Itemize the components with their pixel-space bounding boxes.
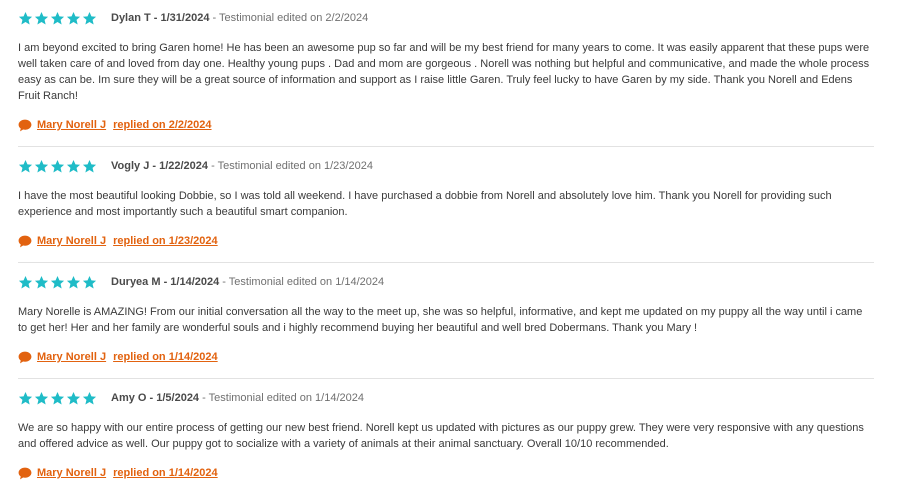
review-text: I am beyond excited to bring Garen home!…	[18, 42, 870, 102]
star-icon	[82, 11, 97, 25]
star-icon	[50, 11, 65, 25]
edited-note: - Testimonial edited on 1/23/2024	[208, 160, 373, 172]
star-rating	[18, 159, 97, 177]
review-card: Dylan T - 1/31/2024 - Testimonial edited…	[18, 11, 874, 131]
star-icon	[66, 275, 81, 289]
review-author: Vogly J - 1/22/2024 - Testimonial edited…	[111, 160, 373, 172]
edited-note: - Testimonial edited on 2/2/2024	[209, 12, 369, 24]
speech-bubble-icon	[18, 119, 32, 131]
edited-note: - Testimonial edited on 1/14/2024	[199, 392, 364, 404]
review-text: I have the most beautiful looking Dobbie…	[18, 190, 832, 218]
edited-note: - Testimonial edited on 1/14/2024	[219, 276, 385, 288]
author-date: Vogly J - 1/22/2024	[111, 160, 209, 172]
review-author: Dylan T - 1/31/2024 - Testimonial edited…	[111, 12, 368, 24]
star-icon	[82, 391, 97, 405]
author-date: Duryea M - 1/14/2024	[111, 276, 220, 288]
review-card: Amy O - 1/5/2024 - Testimonial edited on…	[18, 391, 874, 479]
reply-date-link[interactable]: replied on 1/14/2024	[113, 467, 218, 479]
review-author: Duryea M - 1/14/2024 - Testimonial edite…	[111, 276, 384, 288]
author-date: Amy O - 1/5/2024	[111, 392, 200, 404]
reply-line: Mary Norell J replied on 2/2/2024	[18, 117, 212, 133]
speech-bubble-icon	[18, 235, 32, 247]
reply-date-link[interactable]: replied on 1/14/2024	[113, 351, 218, 363]
reply-line: Mary Norell J replied on 1/14/2024	[18, 349, 218, 365]
star-icon	[34, 391, 49, 405]
star-rating	[18, 275, 97, 293]
star-icon	[50, 275, 65, 289]
reply-date-link[interactable]: replied on 1/23/2024	[113, 235, 218, 247]
star-icon	[34, 159, 49, 173]
speech-bubble-icon	[18, 467, 32, 479]
star-icon	[66, 11, 81, 25]
star-icon	[66, 159, 81, 173]
speech-bubble-icon	[18, 351, 32, 363]
star-icon	[18, 275, 33, 289]
review-card: Vogly J - 1/22/2024 - Testimonial edited…	[18, 159, 874, 247]
review-header: Vogly J - 1/22/2024 - Testimonial edited…	[18, 159, 874, 177]
review-card: Duryea M - 1/14/2024 - Testimonial edite…	[18, 275, 874, 363]
reply-author-link[interactable]: Mary Norell J	[37, 467, 106, 479]
reply-date-link[interactable]: replied on 2/2/2024	[113, 119, 211, 131]
star-icon	[82, 275, 97, 289]
star-icon	[18, 11, 33, 25]
reply-author-link[interactable]: Mary Norell J	[37, 351, 106, 363]
review-header: Amy O - 1/5/2024 - Testimonial edited on…	[18, 391, 874, 409]
reply-author-link[interactable]: Mary Norell J	[37, 119, 106, 131]
star-icon	[66, 391, 81, 405]
author-date: Dylan T - 1/31/2024	[111, 12, 210, 24]
reply-line: Mary Norell J replied on 1/14/2024	[18, 465, 218, 481]
reply-author-link[interactable]: Mary Norell J	[37, 235, 106, 247]
review-text: Mary Norelle is AMAZING! From our initia…	[18, 306, 863, 334]
reply-line: Mary Norell J replied on 1/23/2024	[18, 233, 218, 249]
star-icon	[34, 275, 49, 289]
divider	[18, 146, 874, 147]
review-text: We are so happy with our entire process …	[18, 422, 864, 450]
star-rating	[18, 391, 97, 409]
review-header: Duryea M - 1/14/2024 - Testimonial edite…	[18, 275, 874, 293]
star-icon	[50, 159, 65, 173]
divider	[18, 378, 874, 379]
review-header: Dylan T - 1/31/2024 - Testimonial edited…	[18, 11, 874, 29]
star-rating	[18, 11, 97, 29]
divider	[18, 262, 874, 263]
star-icon	[50, 391, 65, 405]
star-icon	[34, 11, 49, 25]
star-icon	[18, 159, 33, 173]
star-icon	[18, 391, 33, 405]
review-author: Amy O - 1/5/2024 - Testimonial edited on…	[111, 392, 364, 404]
star-icon	[82, 159, 97, 173]
